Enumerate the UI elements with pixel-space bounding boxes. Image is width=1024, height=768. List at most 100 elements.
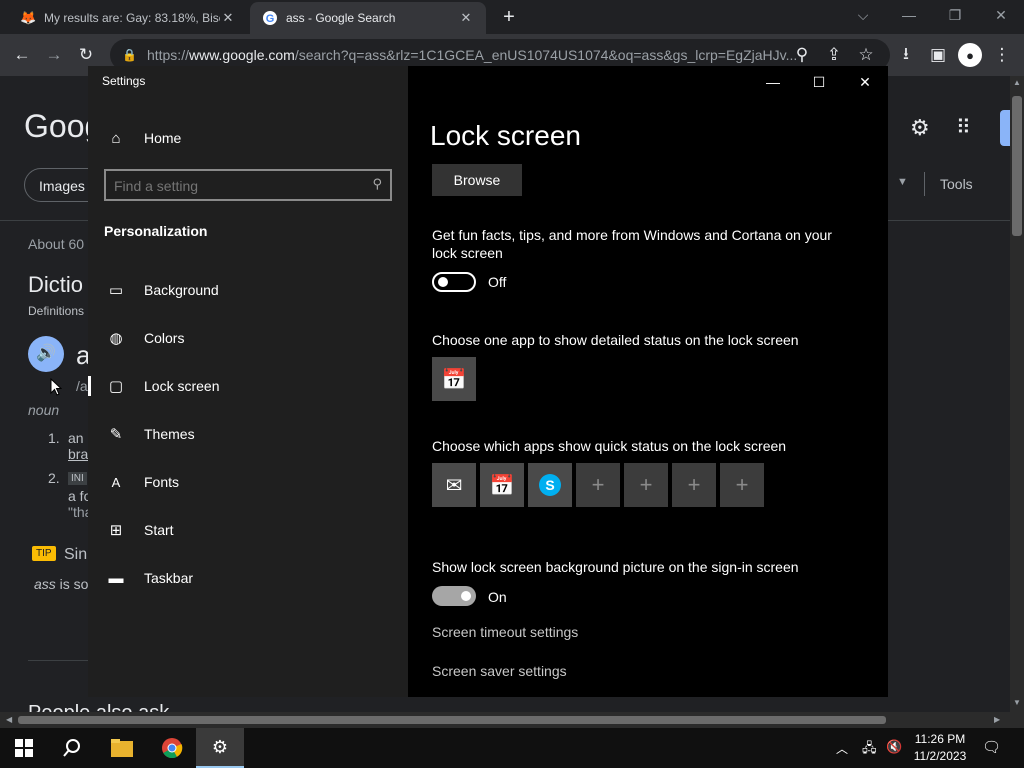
quick-status-label: Choose which apps show quick status on t…	[432, 438, 787, 454]
screen-saver-link[interactable]: Screen saver settings	[432, 663, 567, 679]
show-hidden-icons-icon[interactable]: ︿	[836, 740, 848, 757]
windows-taskbar: ⚙ ︿ 🖧 🔇 11:26 PM 11/2/2023 🗨	[0, 728, 1024, 768]
svg-text:G: G	[266, 13, 275, 25]
fun-facts-toggle[interactable]	[432, 272, 476, 292]
tab-search-chevron-icon[interactable]: ⌵	[840, 0, 886, 30]
reload-icon[interactable]: ↻	[74, 43, 98, 67]
vertical-scrollbar[interactable]: ▲ ▼	[1010, 76, 1024, 712]
quick-app-add-slot[interactable]: +	[576, 463, 620, 507]
close-tab-icon[interactable]: ✕	[458, 10, 474, 26]
nav-item-label: Lock screen	[144, 378, 220, 394]
volume-muted-icon[interactable]: 🔇	[886, 739, 902, 755]
scroll-up-arrow-icon[interactable]: ▲	[1013, 78, 1021, 87]
network-icon[interactable]: 🖧	[862, 739, 877, 761]
def-text: an	[68, 430, 84, 446]
settings-taskbar-icon[interactable]: ⚙	[196, 728, 244, 768]
quick-app-mail[interactable]: ✉	[432, 463, 476, 507]
signin-background-toggle[interactable]	[432, 586, 476, 606]
location-icon[interactable]: ⚲	[790, 43, 814, 67]
definitions-label: Definitions	[28, 304, 85, 318]
toggle-knob	[438, 277, 448, 287]
nav-lock-screen[interactable]: ▢ Lock screen	[88, 366, 408, 406]
chrome-icon[interactable]	[148, 728, 196, 768]
nav-item-label: Colors	[144, 330, 185, 346]
minimize-window-button[interactable]: —	[750, 66, 796, 98]
share-icon[interactable]: ⇪	[822, 43, 846, 67]
apps-grid-icon[interactable]: ⠿	[956, 116, 980, 140]
calendar-icon: 📅	[489, 474, 515, 497]
find-setting-search-box[interactable]: ⚲	[104, 169, 392, 201]
horizontal-scroll-thumb[interactable]	[18, 716, 886, 724]
search-icon[interactable]: ⚲	[372, 176, 382, 192]
quick-app-add-slot[interactable]: +	[720, 463, 764, 507]
mail-icon: ✉	[445, 474, 463, 497]
tip-word: ass	[34, 576, 56, 592]
tab-quiz-results[interactable]: 🦊 My results are: Gay: 83.18%, Bise ✕	[8, 2, 248, 34]
quick-app-add-slot[interactable]: +	[624, 463, 668, 507]
scroll-down-arrow-icon[interactable]: ▼	[1013, 698, 1021, 707]
nav-home-label: Home	[144, 130, 182, 146]
detailed-app-calendar[interactable]: 📅	[432, 357, 476, 401]
scroll-left-arrow-icon[interactable]: ◀	[6, 715, 12, 724]
tools-button[interactable]: Tools	[940, 176, 973, 192]
browse-button[interactable]: Browse	[432, 164, 522, 196]
close-browser-button[interactable]: ✕	[978, 0, 1024, 30]
notifications-icon[interactable]: 🗨	[982, 738, 1001, 756]
quick-app-add-slot[interactable]: +	[672, 463, 716, 507]
maximize-window-button[interactable]: ☐	[796, 66, 842, 98]
profile-avatar[interactable]: ●	[958, 43, 982, 67]
back-arrow-icon[interactable]: ←	[10, 43, 34, 67]
nav-taskbar[interactable]: ▬ Taskbar	[88, 558, 408, 598]
new-tab-button[interactable]: +	[498, 6, 520, 28]
toggle-knob	[461, 591, 471, 601]
screen-timeout-link[interactable]: Screen timeout settings	[432, 624, 578, 640]
quick-app-skype[interactable]: S	[528, 463, 572, 507]
page-title: Lock screen	[430, 120, 581, 151]
bookmark-star-icon[interactable]: ☆	[854, 43, 878, 67]
settings-nav-pane: Settings ⌂ Home ⚲ Personalization ▭ Back…	[88, 66, 408, 697]
windows-start-icon[interactable]	[0, 728, 48, 768]
nav-colors[interactable]: ◍ Colors	[88, 318, 408, 358]
lock-screen-icon: ▢	[108, 378, 124, 395]
mouse-cursor-icon	[50, 378, 62, 396]
forward-arrow-icon[interactable]: →	[42, 43, 66, 67]
tip-title: Sin	[64, 546, 88, 563]
settings-window: Settings ⌂ Home ⚲ Personalization ▭ Back…	[88, 66, 888, 697]
pronounce-speaker-icon[interactable]: 🔊	[28, 336, 64, 372]
nav-home[interactable]: ⌂ Home	[88, 118, 408, 158]
download-icon[interactable]: ⭳	[894, 43, 918, 67]
nav-themes[interactable]: ✎ Themes	[88, 414, 408, 454]
file-explorer-icon[interactable]	[98, 728, 146, 768]
part-of-speech: noun	[28, 402, 60, 418]
dropdown-arrow-icon[interactable]: ▼	[897, 176, 908, 188]
quick-app-calendar[interactable]: 📅	[480, 463, 524, 507]
minimize-browser-button[interactable]: —	[886, 0, 932, 30]
nav-item-label: Themes	[144, 426, 195, 442]
start-icon: ⊞	[109, 522, 123, 539]
tab-google-search[interactable]: G ass - Google Search ✕	[250, 2, 486, 34]
horizontal-scrollbar-track[interactable]: ◀ ▶	[0, 712, 1024, 728]
picture-icon: ▭	[108, 282, 124, 299]
tab-title: My results are: Gay: 83.18%, Bise	[44, 11, 220, 25]
scroll-right-arrow-icon[interactable]: ▶	[994, 715, 1000, 724]
vertical-scroll-thumb[interactable]	[1012, 96, 1022, 236]
settings-gear-icon[interactable]: ⚙	[910, 116, 934, 140]
calendar-icon: 📅	[441, 368, 467, 391]
close-tab-icon[interactable]: ✕	[220, 10, 236, 26]
restore-browser-button[interactable]: ❐	[932, 0, 978, 30]
find-setting-input[interactable]	[114, 176, 354, 196]
def-link[interactable]: bra	[68, 446, 88, 462]
side-panel-icon[interactable]: ▣	[926, 43, 950, 67]
menu-kebab-icon[interactable]: ⋮	[990, 43, 1014, 67]
close-window-button[interactable]: ✕	[842, 66, 888, 98]
clock-time[interactable]: 11:26 PM	[912, 732, 968, 746]
dictionary-title: Dictio	[28, 272, 84, 297]
nav-item-label: Background	[144, 282, 219, 298]
phonetic: /a	[76, 378, 88, 394]
clock-date[interactable]: 11/2/2023	[912, 749, 968, 763]
nav-start[interactable]: ⊞ Start	[88, 510, 408, 550]
nav-background[interactable]: ▭ Background	[88, 270, 408, 310]
tip-rest: is so	[55, 576, 89, 592]
search-icon[interactable]	[48, 728, 96, 768]
nav-fonts[interactable]: A Fonts	[88, 462, 408, 502]
